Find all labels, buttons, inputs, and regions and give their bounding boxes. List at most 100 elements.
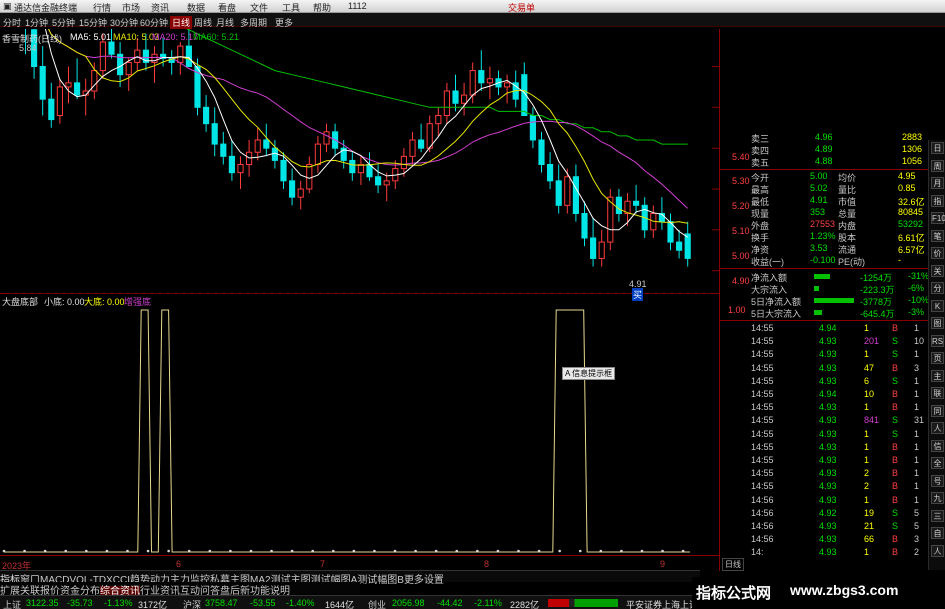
candle-body [633,200,640,206]
tick-row: 14:55 4.93 2 B 1 [720,481,928,493]
tf-daily[interactable]: 日线 [170,16,193,29]
baseline-dot [23,549,26,553]
side-tool-icon[interactable]: RS [931,334,944,347]
side-tool-icon[interactable]: 指 [931,194,944,207]
candle-body [228,155,235,174]
cy-index-amount: 2282亿 [510,600,540,609]
tick-row: 14:55 4.93 1 B 1 [720,455,928,467]
side-tool-icon[interactable]: K [931,299,944,312]
side-tool-icon[interactable]: 月 [931,177,944,189]
tick-direction: B [892,481,899,492]
stat-value-right: 0.85 [898,183,916,193]
side-tool-icon[interactable]: 页 [931,352,944,364]
tick-price: 4.93 [819,375,837,386]
indicator-tab[interactable]: 测试幅图B [357,575,404,586]
side-tool-icon[interactable]: 号 [931,474,944,487]
baseline-dot [640,549,644,553]
flow-pct: -10% [908,295,930,305]
tick-count: 1 [914,402,920,413]
tf-multi[interactable]: 多周期 [240,16,267,29]
tick-price: 4.93 [819,402,837,413]
candle-body [529,115,536,141]
tf-5min[interactable]: 5分钟 [52,16,75,29]
tick-time: 14:56 [751,494,774,505]
tick-price: 4.93 [819,521,837,531]
side-tool-icon[interactable]: 三 [931,509,944,522]
side-tool-icon[interactable]: 九 [931,492,944,504]
tick-volume: 47 [864,362,875,373]
tf-15min[interactable]: 15分钟 [79,16,107,29]
side-tool-icon[interactable]: 分 [931,282,944,294]
daily-view-button[interactable]: 日线 [722,558,744,571]
stat-value-left: -0.100 [810,255,836,265]
tf-30min[interactable]: 30分钟 [110,16,138,29]
flow-row: 大宗流入 -223.3万 -6% [720,283,928,295]
candle-body [581,213,588,239]
tick-count: 3 [914,534,920,545]
side-tool-icon[interactable]: 全 [931,457,944,469]
tick-volume: 1 [864,455,870,465]
side-tool-icon[interactable]: 图 [931,317,944,329]
side-tool-icon[interactable]: 笔 [931,229,944,242]
flow-bar [814,286,819,291]
candle-body [418,139,425,149]
side-tool-icon[interactable]: 周 [931,159,944,172]
ask-volume: 2883 [902,132,923,142]
date-axis-aug: 8 [484,559,490,569]
tf-more[interactable]: 更多 [275,16,293,29]
indicator-tab[interactable]: 更多 [404,575,424,586]
tick-price: 4.93 [819,415,837,426]
sh-index-change: -35.73 [67,598,93,608]
side-tool-icon[interactable]: 关 [931,264,944,277]
tick-direction: B [892,362,899,373]
tick-count: 1 [914,455,920,465]
flow-bar [814,274,830,279]
tf-monthly[interactable]: 月线 [216,16,234,29]
candle-body [452,90,459,104]
sub-indicator-name: 大盘底部 [2,297,39,307]
baseline-dot [167,549,170,553]
tick-direction: S [892,349,899,360]
side-tool-icon[interactable]: 自 [931,527,944,539]
side-tool-icon[interactable]: 主 [931,369,944,382]
cy-index-change: -44.42 [437,598,463,608]
candle-body [547,164,554,182]
candle-body [203,106,210,125]
tick-price: 4.93 [819,362,837,373]
tick-count: 1 [914,428,920,439]
side-tool-icon[interactable]: 同 [931,404,944,417]
tf-weekly[interactable]: 周线 [194,16,212,29]
baseline-dot [311,549,315,553]
tf-intraday[interactable]: 分时 [3,16,21,29]
chart-area[interactable]: 香雪制药(日线) MA5: 5.01 MA10: 5.03 MA20: 5.17… [0,0,750,571]
tick-time: 14:55 [751,441,774,452]
sz-index-change: -53.55 [250,598,276,608]
tf-60min[interactable]: 60分钟 [140,16,168,29]
flow-divider [720,268,928,269]
indicator-tab[interactable]: 设置 [424,575,444,586]
tick-time: 14:55 [751,362,774,373]
tick-volume: 1 [864,441,870,452]
info-tooltip[interactable]: A 信息提示框 [562,367,616,380]
status-bar: 上证 3122.35 -35.73 -1.13% 3172亿 沪深 3758.4… [0,595,710,609]
tick-time: 14:56 [751,534,774,545]
tick-volume: 21 [864,521,875,531]
tick-count: 5 [914,521,920,531]
quote-divider [720,169,928,170]
side-tool-icon[interactable]: 联 [931,387,944,399]
side-tool-icon[interactable]: 人 [931,544,944,557]
ask-row: 卖五 4.88 1056 [720,156,928,168]
tick-row: 14:55 4.94 10 B 1 [720,389,928,401]
tf-1min[interactable]: 1分钟 [25,16,48,29]
side-tool-icon[interactable]: F10 [931,212,945,224]
side-tool-icon[interactable]: 日 [931,142,944,154]
tick-volume: 1 [864,402,870,413]
tick-time: 14:55 [751,455,774,465]
baseline-dot [229,549,232,553]
side-tool-icon[interactable]: 人 [931,422,944,434]
side-tool-icon[interactable]: 信 [931,439,944,452]
tick-count: 3 [914,362,920,373]
side-tool-icon[interactable]: 价 [931,247,944,259]
ma5-label: MA5: 5.01 [70,32,112,42]
tick-count: 1 [914,389,920,399]
